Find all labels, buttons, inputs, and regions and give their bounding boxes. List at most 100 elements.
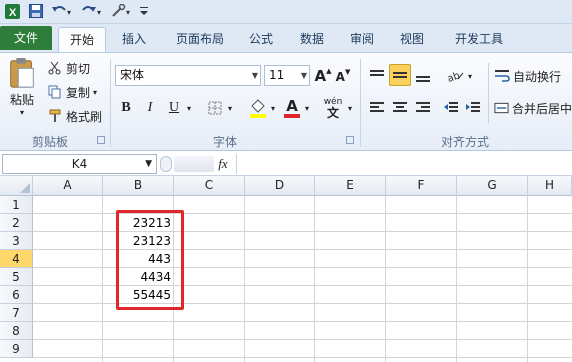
clipboard-group-label: 剪贴板 — [31, 135, 68, 149]
row-header-3[interactable]: 3 — [0, 232, 33, 250]
align-middle-button[interactable] — [389, 64, 411, 86]
font-group-label: 字体 — [212, 135, 237, 149]
svg-text:▾: ▾ — [126, 8, 130, 17]
row-header-1[interactable]: 1 — [0, 196, 33, 214]
gridline — [385, 196, 386, 362]
paste-icon — [10, 57, 34, 88]
formula-input[interactable] — [236, 154, 572, 174]
copy-label: 复制 — [66, 85, 91, 100]
tab-formulas[interactable]: 公式 — [242, 27, 280, 52]
orientation-button[interactable]: ab — [444, 65, 466, 87]
undo-icon[interactable]: ▾ — [50, 3, 74, 19]
paste-button[interactable]: 粘贴 ▾ — [4, 57, 40, 117]
increase-indent-button[interactable] — [462, 97, 484, 119]
column-header-c[interactable]: C — [174, 176, 245, 196]
borders-button[interactable] — [206, 99, 224, 117]
align-top-button[interactable] — [366, 65, 388, 87]
row-header-8[interactable]: 8 — [0, 322, 33, 340]
column-header-b[interactable]: B — [103, 176, 174, 196]
fill-color-dropdown-icon[interactable]: ▾ — [268, 97, 278, 119]
tab-developer[interactable]: 开发工具 — [444, 27, 514, 52]
name-box-dropdown-icon[interactable]: ▼ — [145, 155, 152, 173]
merge-center-button[interactable]: 合并后居中 — [494, 98, 572, 118]
copy-icon — [48, 85, 61, 99]
svg-text:▾: ▾ — [67, 8, 71, 17]
tab-home[interactable]: 开始 — [58, 27, 106, 52]
column-header-a[interactable]: A — [33, 176, 103, 196]
font-size-select[interactable]: 11 ▼ — [264, 65, 310, 86]
decrease-indent-button[interactable] — [440, 97, 462, 119]
group-divider — [488, 63, 489, 123]
font-name-select[interactable]: 宋体 ▼ — [115, 65, 261, 86]
save-icon[interactable] — [28, 3, 44, 19]
clipboard-launcher-icon[interactable] — [97, 136, 105, 144]
font-name-value: 宋体 — [120, 68, 145, 82]
row-header-5[interactable]: 5 — [0, 268, 33, 286]
group-divider — [360, 59, 361, 147]
shrink-font-button[interactable]: A ▼ — [335, 67, 351, 87]
gridline — [314, 196, 315, 362]
font-color-swatch — [284, 113, 300, 118]
align-left-button[interactable] — [366, 97, 388, 119]
row-header-6[interactable]: 6 — [0, 286, 33, 304]
row-header-2[interactable]: 2 — [0, 214, 33, 232]
name-box[interactable]: K4 ▼ — [2, 154, 157, 174]
format-painter-label: 格式刷 — [66, 109, 103, 124]
worksheet-grid[interactable]: A B C D E F G H 1 2 3 4 5 6 7 8 9 23213 … — [0, 176, 572, 362]
tab-insert[interactable]: 插入 — [110, 27, 158, 52]
font-color-button[interactable]: A — [282, 97, 302, 119]
phonetic-dropdown-icon[interactable]: ▾ — [346, 97, 354, 119]
column-header-e[interactable]: E — [315, 176, 386, 196]
svg-text:ab: ab — [446, 70, 461, 83]
insert-function-icon[interactable]: fx — [212, 155, 234, 173]
align-center-button[interactable] — [389, 97, 411, 119]
underline-dropdown-icon[interactable]: ▾ — [184, 97, 194, 119]
tab-review[interactable]: 审阅 — [340, 27, 384, 52]
wrap-text-icon — [495, 70, 510, 82]
copy-button[interactable]: 复制 ▾ — [48, 83, 106, 101]
tools-icon[interactable]: ▾ — [110, 3, 134, 19]
fill-color-button[interactable] — [248, 97, 268, 119]
excel-window: X ▾ ▾ ▾ 文件 开始 插入 页面布局 公式 数据 审阅 视图 开发工具 粘… — [0, 0, 572, 362]
bold-button[interactable]: B — [116, 97, 136, 119]
grow-font-button[interactable]: A ▲ — [314, 66, 332, 86]
tab-page-layout[interactable]: 页面布局 — [164, 27, 236, 52]
wrap-text-button[interactable]: 自动换行 — [494, 66, 572, 86]
name-box-value: K4 — [71, 157, 88, 171]
font-launcher-icon[interactable] — [346, 136, 354, 144]
gridline — [456, 196, 457, 362]
tab-data[interactable]: 数据 — [290, 27, 334, 52]
select-all-icon — [20, 183, 30, 193]
italic-button[interactable]: I — [140, 97, 160, 119]
svg-text:▾: ▾ — [97, 8, 101, 17]
row-header-7[interactable]: 7 — [0, 304, 33, 322]
align-middle-icon — [393, 72, 407, 78]
column-header-f[interactable]: F — [386, 176, 457, 196]
font-color-dropdown-icon[interactable]: ▾ — [302, 97, 312, 119]
column-header-h[interactable]: H — [528, 176, 572, 196]
formula-bar-buttons-area — [174, 156, 214, 172]
underline-button[interactable]: U — [164, 97, 184, 119]
column-header-d[interactable]: D — [245, 176, 315, 196]
redo-icon[interactable]: ▾ — [80, 3, 104, 19]
format-painter-button[interactable]: 格式刷 — [48, 107, 106, 125]
select-all-corner[interactable] — [0, 176, 33, 196]
phonetic-button[interactable]: wén 文 — [320, 97, 346, 119]
quick-access-toolbar: X ▾ ▾ ▾ — [0, 0, 572, 24]
borders-dropdown-icon[interactable]: ▾ — [225, 97, 235, 119]
row-header-9[interactable]: 9 — [0, 340, 33, 358]
tab-file[interactable]: 文件 — [0, 26, 52, 50]
align-bottom-button[interactable] — [412, 65, 434, 87]
copy-dropdown-icon[interactable]: ▾ — [93, 88, 97, 97]
customize-toolbar-icon[interactable] — [138, 3, 150, 19]
cut-button[interactable]: 剪切 — [48, 59, 106, 77]
row-header-4[interactable]: 4 — [0, 250, 33, 268]
align-right-button[interactable] — [412, 97, 434, 119]
gridline — [33, 321, 572, 322]
orientation-dropdown-icon[interactable]: ▾ — [466, 65, 474, 87]
borders-icon — [208, 101, 222, 115]
gridline — [33, 357, 572, 358]
tab-view[interactable]: 视图 — [390, 27, 434, 52]
column-header-g[interactable]: G — [457, 176, 528, 196]
formula-bar-resize-handle[interactable] — [160, 156, 172, 172]
